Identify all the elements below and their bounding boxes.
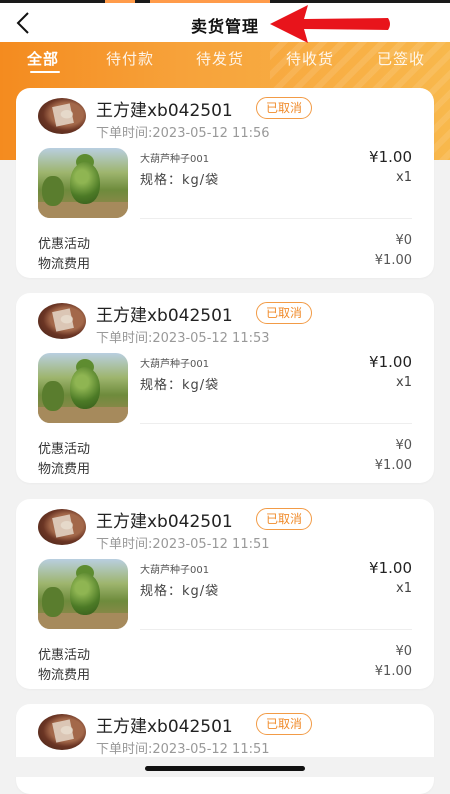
order-card[interactable]: 王方建xb042501 已取消 下单时间:2023-05-12 11:53 大葫… [16,293,434,483]
order-card[interactable]: 王方建xb042501 已取消 下单时间:2023-05-12 11:51 [16,704,434,794]
product-name: 大葫芦种子001 [140,359,210,370]
status-badge: 已取消 [256,508,313,530]
product-image [38,148,128,218]
shipping-label: 物流费用 [38,462,91,477]
product-image [38,353,128,423]
product-price: ¥1.00 [369,559,412,577]
shipping-label: 物流费用 [38,257,91,272]
status-badge: 已取消 [256,302,313,324]
order-time: 下单时间:2023-05-12 11:56 [96,126,270,141]
avatar [38,303,86,339]
avatar [38,509,86,545]
avatar [38,98,86,134]
product-image [38,559,128,629]
order-time: 下单时间:2023-05-12 11:53 [96,331,270,346]
discount-value: ¥0 [395,644,412,659]
status-badge: 已取消 [256,713,313,735]
divider [140,423,412,424]
red-arrow-icon [270,5,390,43]
home-indicator [145,766,305,771]
tab-pending-payment[interactable]: 待付款 [106,48,154,69]
divider [140,629,412,630]
order-status-tabs: 全部 待付款 待发货 待收货 已签收 [0,42,450,78]
discount-label: 优惠活动 [38,648,91,663]
discount-value: ¥0 [395,438,412,453]
product-quantity: x1 [396,170,412,185]
nav-bar: 卖货管理 [0,3,450,43]
shipping-value: ¥1.00 [374,458,412,473]
order-card[interactable]: 王方建xb042501 已取消 下单时间:2023-05-12 11:51 大葫… [16,499,434,689]
tab-pending-shipment[interactable]: 待发货 [196,48,244,69]
buyer-name: 王方建xb042501 [96,101,233,121]
shipping-value: ¥1.00 [374,664,412,679]
divider [140,218,412,219]
order-time: 下单时间:2023-05-12 11:51 [96,537,270,552]
product-spec: 规格：kg/袋 [140,378,220,393]
shipping-label: 物流费用 [38,668,91,683]
product-name: 大葫芦种子001 [140,154,210,165]
product-spec: 规格：kg/袋 [140,584,220,599]
product-quantity: x1 [396,581,412,596]
tab-signed[interactable]: 已签收 [377,48,425,69]
product-quantity: x1 [396,375,412,390]
discount-value: ¥0 [395,233,412,248]
avatar [38,714,86,750]
order-time: 下单时间:2023-05-12 11:51 [96,742,270,757]
product-name: 大葫芦种子001 [140,565,210,576]
buyer-name: 王方建xb042501 [96,717,233,737]
discount-label: 优惠活动 [38,237,91,252]
product-price: ¥1.00 [369,148,412,166]
product-spec: 规格：kg/袋 [140,173,220,188]
discount-label: 优惠活动 [38,442,91,457]
product-price: ¥1.00 [369,353,412,371]
buyer-name: 王方建xb042501 [96,512,233,532]
shipping-value: ¥1.00 [374,253,412,268]
buyer-name: 王方建xb042501 [96,306,233,326]
tab-all[interactable]: 全部 [27,48,59,69]
tab-pending-receipt[interactable]: 待收货 [286,48,334,69]
order-card[interactable]: 王方建xb042501 已取消 下单时间:2023-05-12 11:56 大葫… [16,88,434,278]
active-tab-indicator [30,71,60,73]
status-badge: 已取消 [256,97,313,119]
